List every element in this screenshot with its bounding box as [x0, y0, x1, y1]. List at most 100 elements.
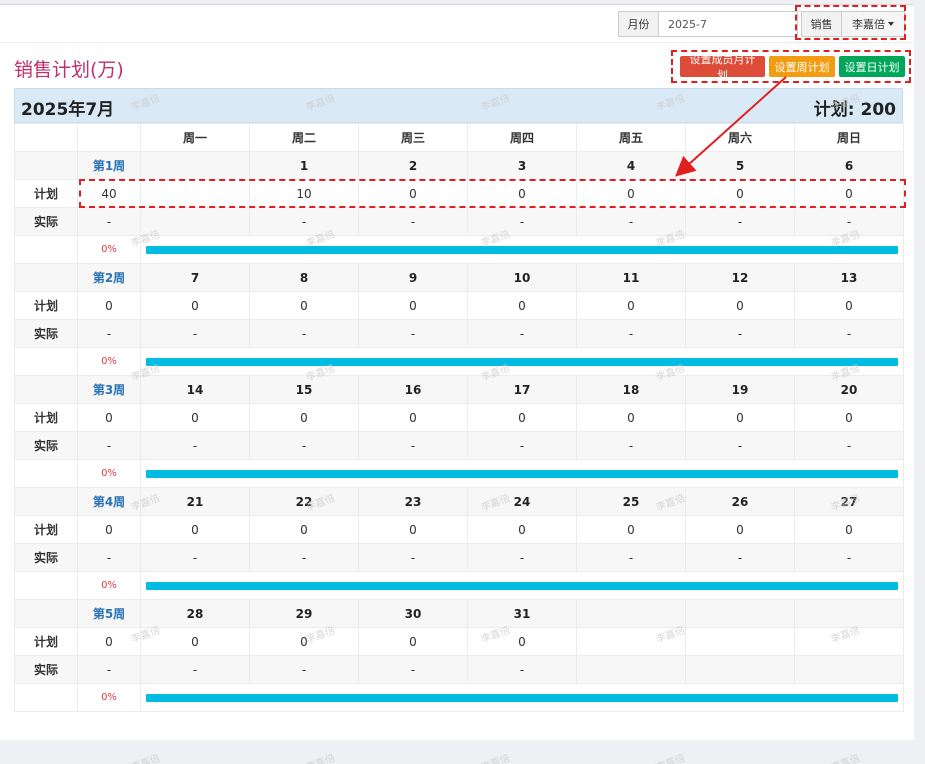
- day-number: 31: [467, 599, 577, 628]
- day-actual-value: -: [685, 543, 795, 572]
- progress-bar: [146, 693, 898, 702]
- plan-row: 计划 0 0 0 0 0: [14, 627, 904, 656]
- progress-row: 0%: [14, 683, 904, 712]
- annotation-box-person: [795, 5, 906, 40]
- weekday-label: 周六: [685, 123, 795, 152]
- day-actual-value: -: [685, 431, 795, 460]
- day-actual-value: -: [140, 655, 250, 684]
- day-plan-value[interactable]: 0: [685, 515, 795, 544]
- empty-cell: [14, 375, 78, 404]
- day-number: 9: [358, 263, 468, 292]
- progress-row: 0%: [14, 235, 904, 264]
- watermark-text: 李嘉倍: [304, 753, 337, 764]
- day-actual-value: -: [249, 431, 359, 460]
- weekday-header-row: 周一 周二 周三 周四 周五 周六 周日: [14, 123, 904, 152]
- day-actual-value: [140, 207, 250, 236]
- day-plan-value[interactable]: 0: [794, 515, 904, 544]
- day-number: 11: [576, 263, 686, 292]
- day-number: 4: [576, 151, 686, 180]
- plan-label: 计划: [14, 515, 78, 544]
- day-actual-value: -: [467, 543, 577, 572]
- day-actual-value: -: [467, 207, 577, 236]
- month-input[interactable]: [659, 12, 797, 36]
- progress-bar-cell: [140, 571, 904, 600]
- day-actual-value: -: [249, 207, 359, 236]
- week-label: 第4周: [77, 487, 141, 516]
- day-actual-value: -: [140, 543, 250, 572]
- day-plan-value[interactable]: 0: [140, 627, 250, 656]
- week-row: 第3周 14 15 16 17 18 19 20: [14, 375, 904, 404]
- day-number: [685, 599, 795, 628]
- week-plan-value[interactable]: 0: [77, 515, 141, 544]
- day-actual-value: -: [467, 319, 577, 348]
- day-plan-value[interactable]: 0: [794, 403, 904, 432]
- progress-percent: 0%: [77, 347, 141, 376]
- day-plan-value[interactable]: 0: [249, 403, 359, 432]
- empty-cell: [14, 487, 78, 516]
- annotation-box-buttons: [671, 50, 911, 83]
- day-number: 5: [685, 151, 795, 180]
- week-plan-value[interactable]: 0: [77, 291, 141, 320]
- day-actual-value: -: [685, 207, 795, 236]
- day-plan-value[interactable]: 0: [576, 291, 686, 320]
- day-plan-value[interactable]: 0: [358, 291, 468, 320]
- day-number: 27: [794, 487, 904, 516]
- week-actual-value: -: [77, 319, 141, 348]
- day-plan-value[interactable]: 0: [685, 403, 795, 432]
- day-plan-value[interactable]: [576, 627, 686, 656]
- day-actual-value: -: [358, 319, 468, 348]
- week-row: 第2周 7 8 9 10 11 12 13: [14, 263, 904, 292]
- day-plan-value[interactable]: 0: [358, 627, 468, 656]
- plan-label: 计划: [14, 403, 78, 432]
- day-actual-value: -: [576, 543, 686, 572]
- day-number: 7: [140, 263, 250, 292]
- progress-row: 0%: [14, 459, 904, 488]
- day-plan-value[interactable]: 0: [794, 291, 904, 320]
- day-plan-value[interactable]: 0: [140, 403, 250, 432]
- day-plan-value[interactable]: 0: [140, 291, 250, 320]
- day-plan-value[interactable]: [685, 627, 795, 656]
- day-actual-value: -: [358, 543, 468, 572]
- empty-cell: [14, 683, 78, 712]
- day-plan-value[interactable]: 0: [685, 291, 795, 320]
- day-plan-value[interactable]: 0: [249, 627, 359, 656]
- day-plan-value[interactable]: 0: [467, 627, 577, 656]
- day-plan-value[interactable]: 0: [249, 515, 359, 544]
- week-actual-value: -: [77, 655, 141, 684]
- day-plan-value[interactable]: 0: [358, 403, 468, 432]
- actual-row: 实际 - - - - - - -: [14, 207, 904, 236]
- day-plan-value[interactable]: 0: [467, 403, 577, 432]
- day-plan-value[interactable]: 0: [576, 515, 686, 544]
- day-actual-value: -: [794, 207, 904, 236]
- week-plan-value[interactable]: 0: [77, 627, 141, 656]
- day-plan-value[interactable]: [794, 627, 904, 656]
- day-number: 28: [140, 599, 250, 628]
- weekday-label: 周四: [467, 123, 577, 152]
- day-number: 16: [358, 375, 468, 404]
- weekday-label: 周二: [249, 123, 359, 152]
- empty-cell: [14, 123, 78, 152]
- plan-label: 计划: [14, 627, 78, 656]
- day-plan-value[interactable]: 0: [140, 515, 250, 544]
- plan-label: 计划: [14, 179, 78, 208]
- day-plan-value[interactable]: 0: [467, 291, 577, 320]
- day-plan-value[interactable]: 0: [249, 291, 359, 320]
- week-plan-value[interactable]: 0: [77, 403, 141, 432]
- week-row: 第5周 28 29 30 31: [14, 599, 904, 628]
- day-number: [140, 151, 250, 180]
- empty-cell: [77, 123, 141, 152]
- day-actual-value: [576, 655, 686, 684]
- day-plan-value[interactable]: 0: [358, 515, 468, 544]
- day-number: 17: [467, 375, 577, 404]
- day-plan-value[interactable]: 0: [467, 515, 577, 544]
- day-plan-value[interactable]: 0: [576, 403, 686, 432]
- progress-bar-cell: [140, 347, 904, 376]
- progress-row: 0%: [14, 347, 904, 376]
- day-actual-value: -: [467, 431, 577, 460]
- calendar-total-plan: 计划: 200: [813, 100, 896, 120]
- day-number: 30: [358, 599, 468, 628]
- day-number: 15: [249, 375, 359, 404]
- month-label: 月份: [619, 12, 659, 36]
- day-number: 1: [249, 151, 359, 180]
- progress-bar: [146, 357, 898, 366]
